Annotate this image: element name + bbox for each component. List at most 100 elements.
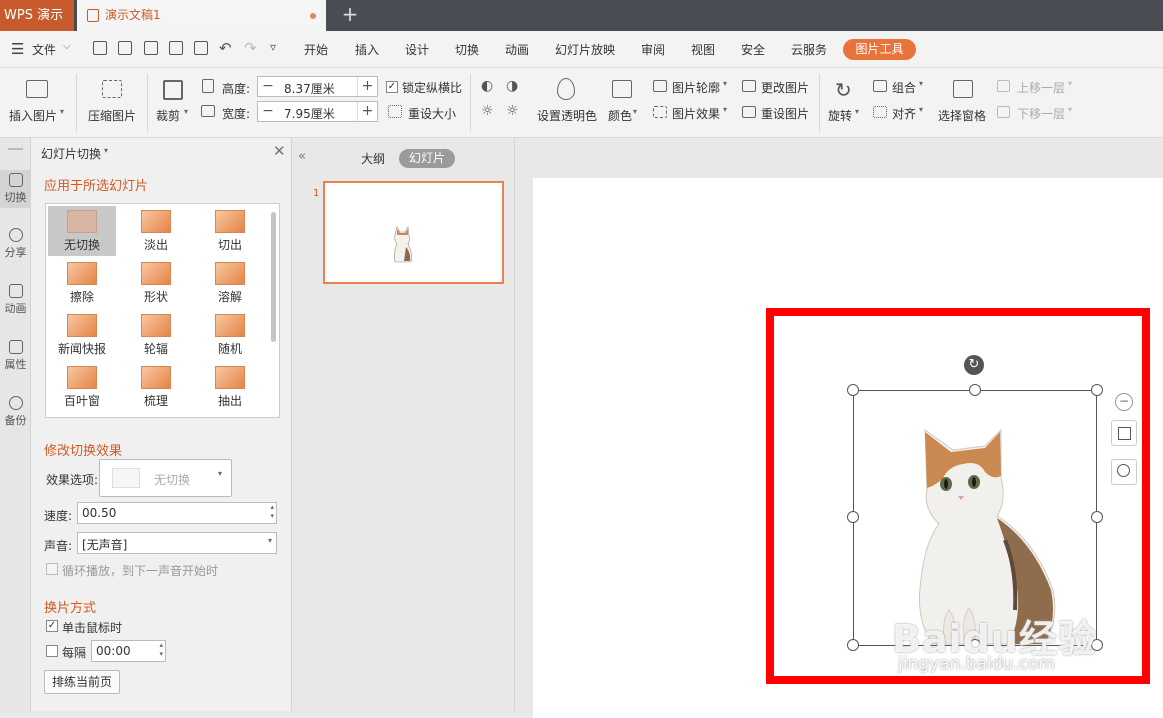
new-tab-button[interactable]: + — [340, 0, 360, 31]
print-icon[interactable] — [169, 41, 183, 55]
sound-select[interactable]: [无声音] ▾ — [77, 532, 277, 554]
export-pdf-icon[interactable] — [144, 41, 158, 55]
transition-icon — [8, 173, 23, 187]
chevron-down-icon: ▾ — [919, 105, 924, 114]
reset-size-button[interactable]: 重设大小 — [408, 105, 456, 122]
transition-wheel[interactable]: 轮辐 — [122, 310, 190, 360]
change-picture-button[interactable]: 更改图片 — [761, 79, 809, 96]
crop-button[interactable]: 裁剪 ▾ — [152, 72, 194, 134]
transition-random[interactable]: 随机 — [196, 310, 264, 360]
transition-fade[interactable]: 淡出 — [122, 206, 190, 256]
set-transparent-color-button[interactable]: 设置透明色 — [535, 72, 599, 134]
transition-thumb — [141, 366, 171, 389]
transition-label: 百叶窗 — [63, 394, 100, 408]
spin-arrows-icon[interactable]: ▴ ▾ — [159, 641, 163, 659]
increase-width-button[interactable]: + — [357, 102, 377, 121]
crop-label: 裁剪 — [156, 109, 181, 123]
rail-item-share[interactable]: 分享 — [0, 228, 31, 260]
chevron-down-icon[interactable]: ▾ — [104, 146, 108, 155]
chevron-down-icon[interactable]: ⌵ — [63, 41, 71, 52]
transition-dissolve[interactable]: 溶解 — [196, 258, 264, 308]
open-icon[interactable] — [93, 41, 107, 55]
selection-pane-button[interactable]: 选择窗格 — [936, 72, 990, 134]
transition-wipe[interactable]: 擦除 — [48, 258, 116, 308]
transition-label: 新闻快报 — [57, 342, 106, 356]
tab-picture-tools[interactable]: 图片工具 — [843, 39, 916, 60]
decrease-contrast-icon[interactable]: ◑ — [506, 78, 518, 94]
menu-home[interactable]: 开始 — [304, 41, 328, 58]
rail-item-backup[interactable]: 备份 — [0, 396, 31, 428]
redo-icon[interactable]: ↷ — [244, 39, 257, 57]
undo-icon[interactable]: ↶ — [219, 39, 232, 57]
decrease-height-button[interactable]: − — [258, 77, 278, 96]
height-field[interactable]: − 8.37厘米 + — [257, 76, 378, 97]
transition-cut[interactable]: 切出 — [196, 206, 264, 256]
spin-arrows-icon[interactable]: ▴ ▾ — [270, 503, 274, 521]
increase-height-button[interactable]: + — [357, 77, 377, 96]
menu-security[interactable]: 安全 — [741, 41, 765, 58]
transition-none[interactable]: 无切换 — [48, 206, 116, 256]
menu-transition[interactable]: 切换 — [455, 41, 479, 58]
transition-thumb — [67, 366, 97, 389]
app-tab[interactable]: WPS 演示 — [0, 0, 74, 31]
transition-shape[interactable]: 形状 — [122, 258, 190, 308]
insert-picture-button[interactable]: 插入图片 ▾ — [4, 72, 68, 134]
menu-slideshow[interactable]: 幻灯片放映 — [555, 41, 615, 58]
transition-comb[interactable]: 梳理 — [122, 362, 190, 412]
chevron-down-icon: ▾ — [723, 105, 728, 114]
picture-color-icon — [612, 80, 632, 98]
on-click-checkbox[interactable]: ✓ — [46, 620, 58, 632]
transition-blinds[interactable]: 百叶窗 — [48, 362, 116, 412]
effect-options-dropdown[interactable]: 无切换 ▾ — [99, 459, 232, 497]
transition-newsflash[interactable]: 新闻快报 — [48, 310, 116, 360]
tab-slides[interactable]: 幻灯片 — [399, 149, 455, 168]
bring-forward-button[interactable]: 上移一层 — [1017, 79, 1065, 96]
close-icon[interactable]: ✕ — [273, 142, 286, 160]
auto-advance-checkbox[interactable] — [46, 645, 58, 657]
picture-outline-button[interactable]: 图片轮廓 — [672, 79, 720, 96]
rehearse-current-button[interactable]: 排练当前页 — [44, 670, 120, 694]
collapse-pane-icon[interactable]: « — [298, 149, 306, 164]
align-button[interactable]: 对齐 — [892, 105, 916, 122]
speed-input[interactable]: 00.50 ▴ ▾ — [77, 502, 277, 524]
sound-label: 声音: — [44, 539, 73, 553]
customize-quick-access-icon[interactable]: ▿ — [270, 40, 276, 54]
color-button[interactable]: 颜色 ▾ — [604, 72, 644, 134]
lock-ratio-checkbox[interactable]: ✓ — [386, 81, 398, 93]
transition-thumb — [67, 210, 97, 233]
menu-view[interactable]: 视图 — [691, 41, 715, 58]
menu-design[interactable]: 设计 — [405, 41, 429, 58]
rotate-button[interactable]: ↻ 旋转 ▾ — [824, 72, 866, 134]
history-icon — [8, 396, 23, 410]
menu-insert[interactable]: 插入 — [355, 41, 379, 58]
print-preview-icon[interactable] — [194, 41, 208, 55]
menu-animation[interactable]: 动画 — [505, 41, 529, 58]
group-button[interactable]: 组合 — [892, 79, 916, 96]
save-icon[interactable] — [118, 41, 132, 55]
rail-item-transition[interactable]: 切换 — [0, 170, 31, 208]
menu-cloud[interactable]: 云服务 — [791, 41, 827, 58]
hamburger-icon[interactable]: ☰ — [11, 40, 24, 58]
rail-item-properties[interactable]: 属性 — [0, 340, 31, 372]
auto-advance-time-input[interactable]: 00:00 ▴ ▾ — [91, 640, 166, 662]
slide-thumbnail[interactable] — [323, 181, 504, 284]
transition-pull[interactable]: 抽出 — [196, 362, 264, 412]
width-field[interactable]: − 7.95厘米 + — [257, 101, 378, 122]
menu-review[interactable]: 审阅 — [641, 41, 665, 58]
picture-effect-button[interactable]: 图片效果 — [672, 105, 720, 122]
decrease-brightness-icon[interactable]: ☼ — [506, 103, 519, 119]
loop-sound-checkbox[interactable] — [46, 563, 58, 575]
rail-item-animation[interactable]: 动画 — [0, 284, 31, 316]
document-tab[interactable]: 演示文稿1 — [77, 0, 326, 31]
increase-contrast-icon[interactable]: ◐ — [481, 78, 493, 94]
tab-outline[interactable]: 大纲 — [361, 150, 385, 167]
increase-brightness-icon[interactable]: ☼ — [481, 103, 494, 119]
compress-picture-button[interactable]: 压缩图片 — [84, 72, 140, 134]
panel-title[interactable]: 幻灯片切换 — [41, 145, 101, 162]
gallery-scrollbar[interactable] — [271, 212, 276, 342]
file-menu[interactable]: 文件 — [32, 41, 56, 58]
reset-picture-button[interactable]: 重设图片 — [761, 105, 809, 122]
send-backward-button[interactable]: 下移一层 — [1017, 105, 1065, 122]
decrease-width-button[interactable]: − — [258, 102, 278, 121]
rail-item-label: 分享 — [4, 246, 27, 259]
